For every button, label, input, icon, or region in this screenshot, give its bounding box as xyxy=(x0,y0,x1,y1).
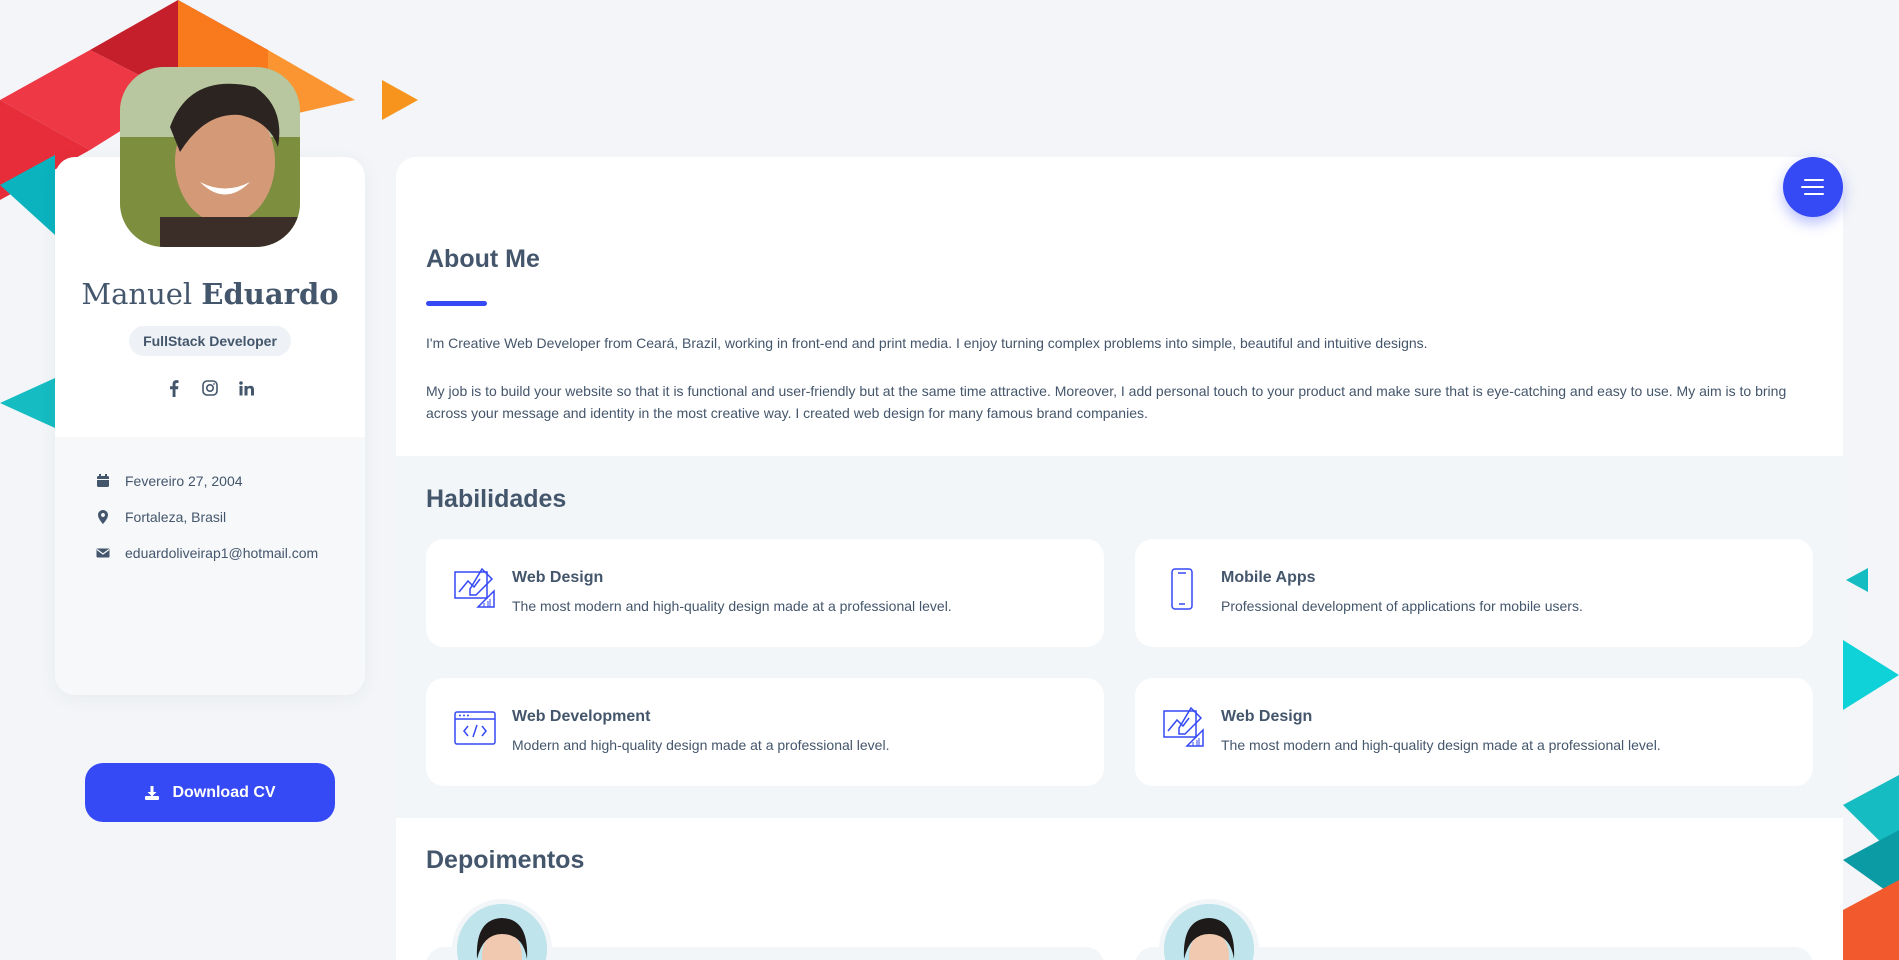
skill-card: Web Design The most modern and high-qual… xyxy=(1135,678,1813,786)
profile-name: Manuel Eduardo xyxy=(55,277,365,311)
avatar-photo xyxy=(120,67,300,247)
design-icon xyxy=(454,567,495,608)
skill-title: Mobile Apps xyxy=(1221,569,1316,586)
last-name: Eduardo xyxy=(201,277,339,311)
birthday-row: Fevereiro 27, 2004 xyxy=(95,473,243,489)
skill-card: Web Design The most modern and high-qual… xyxy=(426,539,1104,647)
download-cv-label: Download CV xyxy=(172,783,276,801)
skill-description: The most modern and high-quality design … xyxy=(1221,737,1661,753)
skill-title: Web Design xyxy=(512,569,604,586)
skill-title: Web Design xyxy=(1221,708,1313,725)
about-title: About Me xyxy=(426,245,540,273)
skill-description: The most modern and high-quality design … xyxy=(512,598,952,614)
profile-avatar xyxy=(120,67,300,247)
hamburger-icon xyxy=(1801,179,1824,195)
location-text: Fortaleza, Brasil xyxy=(125,509,227,525)
skill-description: Modern and high-quality design made at a… xyxy=(512,737,890,753)
skills-section: Habilidades Web Design The most modern a… xyxy=(396,456,1843,818)
email-text[interactable]: eduardoliveirap1@hotmail.com xyxy=(125,545,318,561)
skill-description: Professional development of applications… xyxy=(1221,598,1583,614)
menu-button[interactable] xyxy=(1783,157,1843,217)
mobile-icon xyxy=(1171,568,1193,610)
skill-card: Web Development Modern and high-quality … xyxy=(426,678,1104,786)
birthday-text: Fevereiro 27, 2004 xyxy=(125,473,243,489)
role-badge: FullStack Developer xyxy=(129,326,291,356)
location-pin-icon xyxy=(98,510,108,524)
design-icon xyxy=(1163,706,1204,747)
title-underline xyxy=(426,301,487,306)
skills-title: Habilidades xyxy=(426,485,567,513)
email-row: eduardoliveirap1@hotmail.com xyxy=(95,545,318,561)
about-paragraph-2: My job is to build your website so that … xyxy=(426,383,1787,421)
instagram-icon[interactable] xyxy=(201,379,219,397)
download-icon xyxy=(145,785,160,800)
testimonial-avatar xyxy=(452,899,552,960)
linkedin-icon[interactable] xyxy=(237,379,255,397)
profile-info: Fevereiro 27, 2004 Fortaleza, Brasil edu… xyxy=(55,437,365,822)
testimonial-avatar xyxy=(1159,899,1259,960)
testimonials-title: Depoimentos xyxy=(426,846,585,874)
skill-card: Mobile Apps Professional development of … xyxy=(1135,539,1813,647)
download-cv-button[interactable]: Download CV xyxy=(85,763,335,822)
skill-title: Web Development xyxy=(512,708,651,725)
main-content: About Me I'm Creative Web Developer from… xyxy=(396,157,1843,960)
calendar-icon xyxy=(97,474,109,487)
social-links xyxy=(55,379,365,397)
code-icon xyxy=(454,711,496,745)
first-name: Manuel xyxy=(81,277,193,311)
envelope-icon xyxy=(96,548,110,558)
facebook-icon[interactable] xyxy=(165,379,183,397)
profile-card: Manuel Eduardo FullStack Developer Fever… xyxy=(55,67,365,822)
location-row: Fortaleza, Brasil xyxy=(95,509,226,525)
about-paragraph-1: I'm Creative Web Developer from Ceará, B… xyxy=(426,335,1428,351)
